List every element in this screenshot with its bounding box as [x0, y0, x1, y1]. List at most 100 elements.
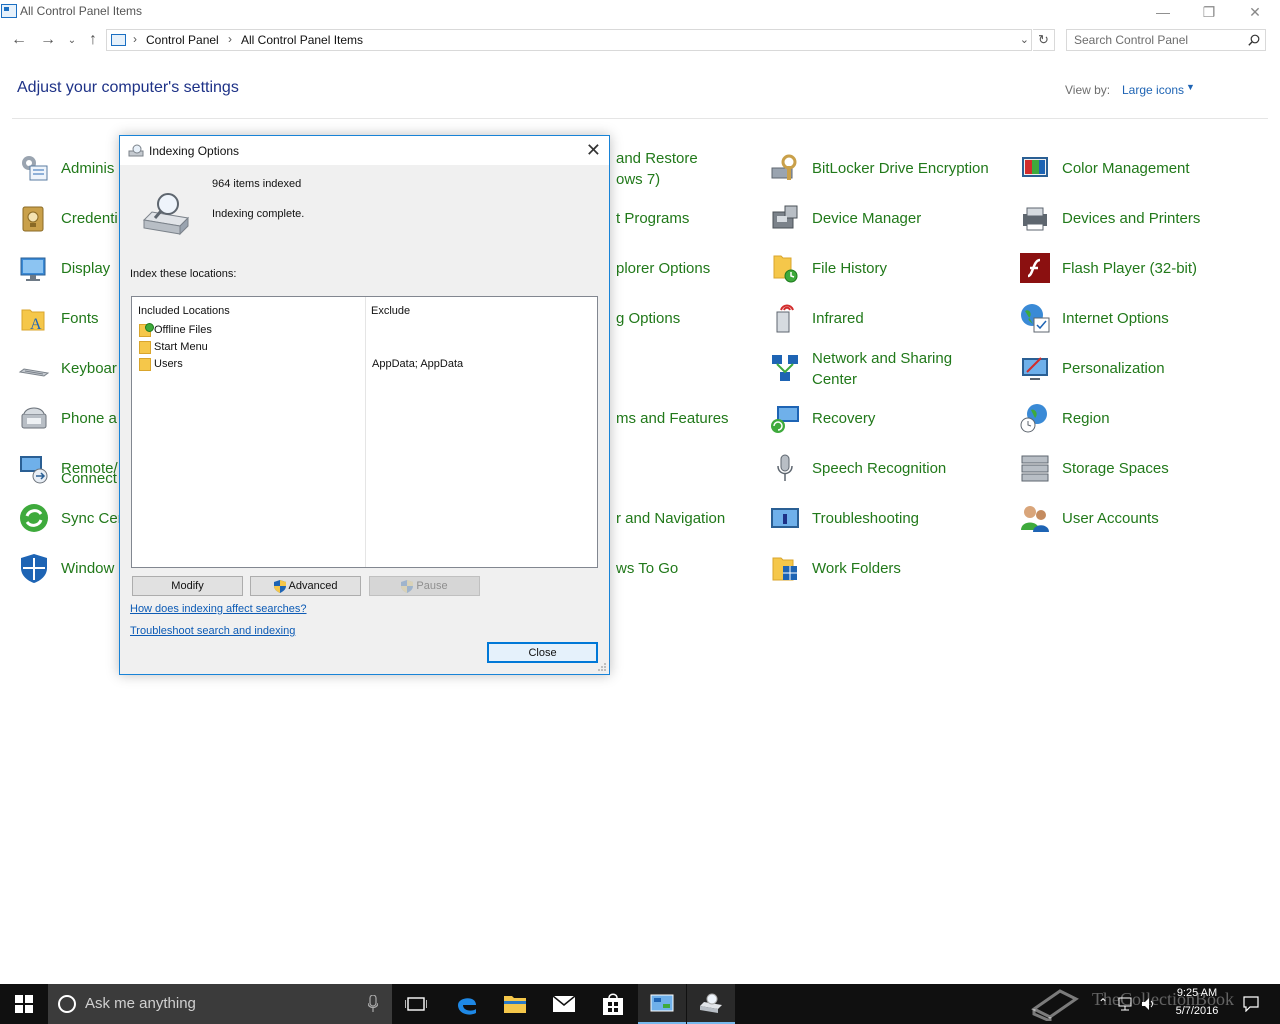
dialog-title: Indexing Options: [149, 144, 240, 158]
cp-item-windows-defender[interactable]: Window: [18, 548, 118, 588]
search-box[interactable]: [1066, 29, 1266, 51]
cp-item-network-sharing[interactable]: Network and Sharing Center: [769, 348, 1009, 388]
column-header-included[interactable]: Included Locations: [138, 305, 230, 317]
remoteapp-icon: [20, 456, 48, 484]
cp-item-label: User Accounts: [1062, 509, 1159, 527]
cp-item-troubleshooting[interactable]: Troubleshooting: [769, 498, 1009, 538]
svg-text:A: A: [30, 316, 42, 333]
column-header-exclude[interactable]: Exclude: [371, 305, 410, 317]
cp-item-label: Keyboar: [61, 359, 117, 377]
cp-item-internet-options[interactable]: Internet Options: [1019, 298, 1259, 338]
up-arrow-icon[interactable]: ↑: [83, 30, 103, 50]
cortana-search-box[interactable]: Ask me anything: [48, 984, 392, 1024]
phone-modem-icon: [21, 407, 47, 429]
troubleshoot-indexing-link[interactable]: Troubleshoot search and indexing: [130, 625, 295, 637]
store-taskbar-button[interactable]: [589, 984, 637, 1024]
action-center-icon[interactable]: [1243, 996, 1259, 1012]
breadcrumb-all-items[interactable]: All Control Panel Items: [241, 33, 363, 47]
cp-item-label: Adminis: [61, 159, 115, 177]
forward-arrow-icon[interactable]: →: [38, 30, 58, 50]
cp-item-devices-printers[interactable]: Devices and Printers: [1019, 198, 1259, 238]
control-panel-taskbar-button[interactable]: [638, 984, 686, 1024]
cp-item-flash-player[interactable]: Flash Player (32-bit): [1019, 248, 1259, 288]
cp-item-recovery[interactable]: Recovery: [769, 398, 1009, 438]
task-view-icon: [405, 997, 427, 1011]
task-view-button[interactable]: [392, 984, 440, 1024]
cp-item-fonts[interactable]: A Fonts: [18, 298, 118, 338]
cp-item-user-accounts[interactable]: User Accounts: [1019, 498, 1259, 538]
cp-item-device-manager[interactable]: Device Manager: [769, 198, 1009, 238]
cp-item-work-folders[interactable]: Work Folders: [769, 548, 1009, 588]
cp-item-display[interactable]: Display: [18, 248, 118, 288]
cp-item-label: Sync Cer: [61, 509, 123, 527]
volume-icon[interactable]: [1141, 997, 1157, 1011]
cp-item-label: BitLocker Drive Encryption: [812, 159, 989, 177]
breadcrumb-chevron-icon[interactable]: ›: [133, 32, 137, 46]
window-title: All Control Panel Items: [20, 4, 143, 18]
cp-item-administrative-tools[interactable]: Adminis: [18, 148, 118, 188]
cp-item-file-history[interactable]: File History: [769, 248, 1009, 288]
items-indexed-count: 964 items indexed: [212, 178, 302, 190]
mail-taskbar-button[interactable]: [540, 984, 588, 1024]
cp-item-remoteapp[interactable]: Remote/ Connect: [18, 448, 118, 488]
start-button[interactable]: [0, 984, 48, 1024]
fonts-icon: A: [21, 309, 45, 333]
address-dropdown-chevron-icon[interactable]: ⌄: [1020, 33, 1029, 46]
control-panel-small-icon: [111, 34, 126, 46]
cp-item-speech-recognition[interactable]: Speech Recognition: [769, 448, 1009, 488]
address-bar[interactable]: › Control Panel › All Control Panel Item…: [106, 29, 1032, 51]
advanced-button[interactable]: Advanced: [250, 576, 361, 596]
microphone-icon[interactable]: [368, 995, 378, 1013]
clock-date[interactable]: 5/7/2016: [1166, 1005, 1228, 1017]
folder-icon: [139, 323, 154, 337]
indexing-status: Indexing complete.: [212, 208, 305, 220]
file-explorer-taskbar-button[interactable]: [491, 984, 539, 1024]
show-hidden-icons-chevron-icon[interactable]: ⌃: [1098, 996, 1108, 1010]
edge-taskbar-button[interactable]: [443, 984, 491, 1024]
cp-item-sync-center[interactable]: Sync Cer: [18, 498, 123, 538]
mail-icon: [553, 996, 575, 1012]
location-row[interactable]: Users AppData; AppData: [138, 357, 593, 373]
minimize-button[interactable]: —: [1140, 0, 1186, 24]
location-row[interactable]: Offline Files: [138, 323, 593, 339]
close-window-button[interactable]: ✕: [1232, 0, 1278, 24]
search-icon[interactable]: [1248, 34, 1260, 46]
indexed-locations-list[interactable]: Included Locations Exclude Offline Files…: [131, 296, 598, 568]
cp-item-region[interactable]: Region: [1019, 398, 1259, 438]
breadcrumb-control-panel[interactable]: Control Panel: [146, 33, 219, 47]
location-row[interactable]: Start Menu: [138, 340, 593, 356]
pause-button[interactable]: Pause: [369, 576, 480, 596]
search-input[interactable]: [1074, 33, 1244, 47]
clock-time[interactable]: 9:25 AM: [1166, 987, 1228, 999]
cp-item-color-management[interactable]: Color Management: [1019, 148, 1259, 188]
cp-item-personalization[interactable]: Personalization: [1019, 348, 1259, 388]
close-button[interactable]: Close: [487, 642, 598, 663]
dialog-close-icon[interactable]: ✕: [586, 140, 601, 161]
back-arrow-icon[interactable]: ←: [9, 30, 29, 50]
dialog-title-bar[interactable]: Indexing Options ✕: [120, 136, 609, 165]
sync-center-icon: [20, 504, 48, 532]
cp-item-storage-spaces[interactable]: Storage Spaces: [1019, 448, 1259, 488]
cp-item-credential-manager[interactable]: Credenti: [18, 198, 118, 238]
resize-grip-icon[interactable]: [597, 662, 607, 672]
network-icon[interactable]: [1117, 997, 1133, 1011]
breadcrumb-chevron-icon[interactable]: ›: [228, 32, 232, 46]
header-divider: [12, 118, 1268, 119]
how-indexing-affects-searches-link[interactable]: How does indexing affect searches?: [130, 603, 307, 615]
cp-item-label-line2: ows 7): [616, 171, 661, 188]
view-by-dropdown[interactable]: Large icons: [1122, 83, 1184, 97]
restore-button[interactable]: ❐: [1186, 0, 1232, 24]
control-panel-window: All Control Panel Items — ❐ ✕ ← → ⌄ ↑ › …: [0, 0, 1280, 1024]
cp-item-phone-modem[interactable]: Phone a: [18, 398, 118, 438]
cp-item-label: Window: [61, 559, 115, 577]
view-by-caret-icon[interactable]: ▼: [1186, 82, 1195, 92]
cp-item-keyboard[interactable]: Keyboar: [18, 348, 118, 388]
refresh-icon[interactable]: ↻: [1033, 29, 1055, 51]
cp-item-infrared[interactable]: Infrared: [769, 298, 1009, 338]
cp-item-bitlocker[interactable]: BitLocker Drive Encryption: [769, 148, 1009, 188]
modify-button[interactable]: Modify: [132, 576, 243, 596]
cp-item-label: ws To Go: [616, 559, 679, 577]
recent-locations-chevron-icon[interactable]: ⌄: [62, 30, 82, 50]
cp-item-label-line2: Center: [812, 371, 858, 388]
indexing-options-taskbar-button[interactable]: [687, 984, 735, 1024]
